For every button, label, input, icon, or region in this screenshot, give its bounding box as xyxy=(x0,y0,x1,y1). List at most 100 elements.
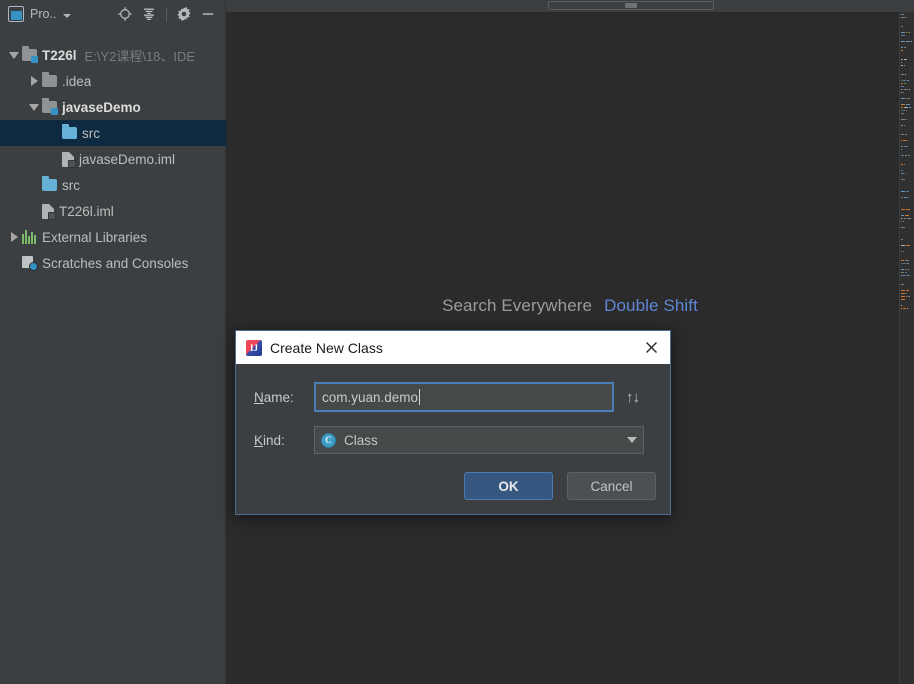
minimap-mark xyxy=(901,80,902,81)
name-label: Name: xyxy=(254,390,314,405)
project-tab[interactable]: Pro.. xyxy=(8,6,72,22)
tree-row[interactable]: src xyxy=(0,172,226,198)
kind-value: Class xyxy=(344,432,378,448)
up-down-arrows-icon[interactable]: ↑↓ xyxy=(626,389,640,406)
minimap-mark xyxy=(906,32,907,33)
minimap-mark xyxy=(901,47,903,48)
minimap-mark xyxy=(901,227,905,228)
minimap-mark xyxy=(903,221,904,222)
minimap-mark xyxy=(906,98,910,99)
minimap-mark xyxy=(901,107,903,108)
kind-combobox[interactable]: C Class xyxy=(314,426,644,454)
tree-row-label: src xyxy=(82,125,100,141)
tree-row[interactable]: javaseDemo xyxy=(0,94,226,120)
minimap-mark xyxy=(901,272,904,273)
minimap-mark xyxy=(901,251,902,252)
tree-row[interactable]: .idea xyxy=(0,68,226,94)
toolbar-strip xyxy=(226,0,914,12)
project-tab-label: Pro.. xyxy=(30,7,57,21)
minimap-mark xyxy=(907,80,909,81)
minimap-mark xyxy=(901,41,905,42)
chevron-down-icon[interactable] xyxy=(63,14,72,18)
cancel-button[interactable]: Cancel xyxy=(567,472,656,500)
minimap-mark xyxy=(905,155,907,156)
tree-row-label: .idea xyxy=(62,73,92,89)
minimap-mark xyxy=(901,164,903,165)
dialog-title: Create New Class xyxy=(270,339,383,356)
minimap-mark xyxy=(901,269,904,270)
scratches-icon xyxy=(22,256,38,271)
minimap-mark xyxy=(904,83,906,84)
minimap-mark xyxy=(906,290,909,291)
minimap-mark xyxy=(901,263,902,264)
ok-button[interactable]: OK xyxy=(464,472,553,500)
project-tree[interactable]: T226l E:\Y2课程\18、IDE .idea javaseDemo src jav… xyxy=(0,42,226,276)
editor-minimap[interactable] xyxy=(899,12,914,684)
module-folder-icon xyxy=(22,46,38,63)
tree-arrow-glyph xyxy=(30,76,38,86)
minimap-mark xyxy=(906,104,910,105)
ide-window: Search Everywhere Double Shift Pro.. T22… xyxy=(0,0,914,684)
tree-row[interactable]: T226l E:\Y2课程\18、IDE xyxy=(0,42,226,68)
minimap-mark xyxy=(904,89,908,90)
search-everywhere-shortcut: Double Shift xyxy=(604,296,698,315)
tree-row[interactable]: src xyxy=(0,120,226,146)
minimap-mark xyxy=(901,197,903,198)
minimap-mark xyxy=(903,251,904,252)
chevron-down-icon[interactable] xyxy=(26,103,42,111)
minimap-mark xyxy=(905,272,907,273)
minimap-mark xyxy=(901,146,903,147)
minimap-mark xyxy=(903,263,905,264)
hide-icon[interactable] xyxy=(197,3,219,25)
minimap-mark xyxy=(901,215,904,216)
minimap-mark xyxy=(909,107,911,108)
close-icon[interactable] xyxy=(638,335,664,361)
tree-row[interactable]: javaseDemo.iml xyxy=(0,146,226,172)
minimap-mark xyxy=(901,35,905,36)
minimap-mark xyxy=(905,173,906,174)
minimap-mark xyxy=(906,263,909,264)
minimap-mark xyxy=(901,14,904,15)
tree-row-path: E:\Y2课程\18、IDE xyxy=(84,48,196,64)
minimap-mark xyxy=(901,83,903,84)
tree-row-label: External Libraries xyxy=(42,229,148,245)
chevron-down-icon[interactable] xyxy=(6,51,22,59)
dialog-title-bar[interactable]: IJ Create New Class xyxy=(236,331,670,364)
minimap-mark xyxy=(901,155,904,156)
tree-row[interactable]: External Libraries xyxy=(0,224,226,250)
text-caret xyxy=(419,389,421,405)
chevron-right-icon[interactable] xyxy=(6,232,22,242)
chevron-right-icon[interactable] xyxy=(26,76,42,86)
kind-row: Kind: C Class xyxy=(254,426,644,454)
collapse-all-icon[interactable] xyxy=(138,3,160,25)
minimap-mark xyxy=(901,113,904,114)
gear-icon[interactable] xyxy=(173,3,195,25)
minimap-mark xyxy=(901,221,902,222)
name-row: Name: com.yuan.demo ↑↓ xyxy=(254,382,640,412)
kind-label-rest: ind: xyxy=(263,432,285,448)
locate-icon[interactable] xyxy=(114,3,136,25)
tree-row[interactable]: T226l.iml xyxy=(0,198,226,224)
minimap-mark xyxy=(901,92,902,93)
minimap-mark xyxy=(901,125,903,126)
module-folder-icon xyxy=(42,98,58,115)
minimap-mark xyxy=(901,65,903,66)
tree-arrow-glyph xyxy=(9,51,19,59)
minimap-mark xyxy=(905,74,906,75)
tree-row[interactable]: Scratches and Consoles xyxy=(0,250,226,276)
minimap-mark xyxy=(901,149,902,150)
minimap-mark xyxy=(901,170,903,171)
navigation-bar-widget[interactable] xyxy=(548,1,714,10)
libraries-icon xyxy=(22,230,37,244)
minimap-mark xyxy=(905,260,909,261)
minimap-mark xyxy=(901,17,905,18)
minimap-mark xyxy=(903,275,905,276)
class-name-input[interactable]: com.yuan.demo xyxy=(314,382,614,412)
minimap-mark xyxy=(901,218,903,219)
minimap-mark xyxy=(901,59,903,60)
chevron-down-icon[interactable] xyxy=(627,437,637,443)
minimap-mark xyxy=(904,218,906,219)
create-new-class-dialog: IJ Create New Class Name: com.yuan.demo … xyxy=(235,330,671,515)
tree-row-label: T226l.iml xyxy=(59,203,114,219)
project-window-icon xyxy=(8,6,24,22)
